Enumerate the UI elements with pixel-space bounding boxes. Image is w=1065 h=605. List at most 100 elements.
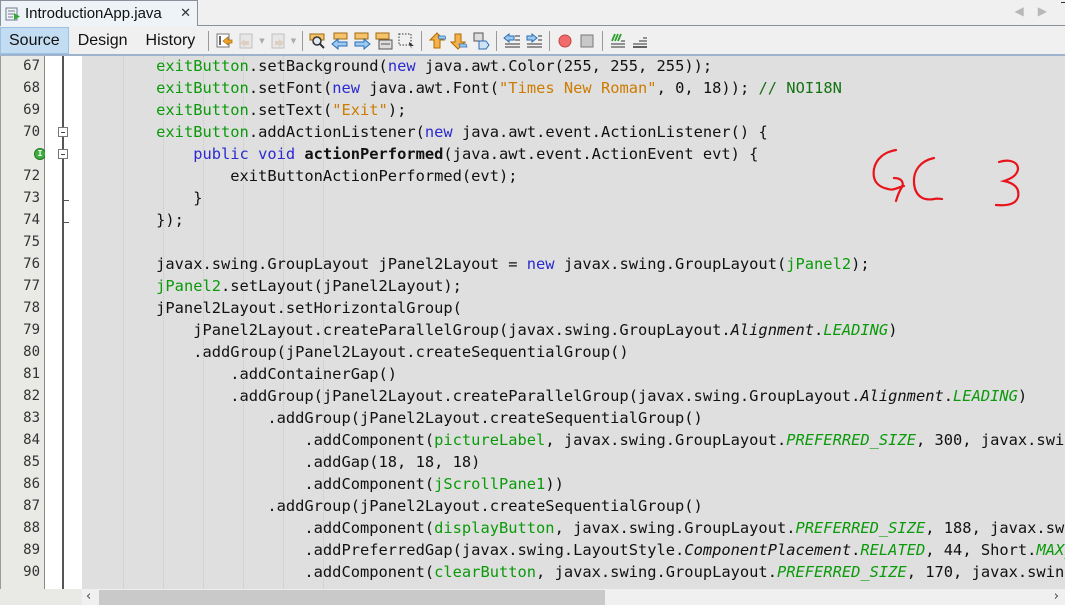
toggle-bookmark-icon (473, 32, 490, 49)
toolbar-separator (208, 30, 210, 51)
code-line: exitButton.setBackground(new java.awt.Co… (82, 56, 712, 77)
previous-bookmark-icon (428, 31, 447, 48)
constant-token: PREFERRED_SIZE (776, 563, 907, 581)
keyword-token: public void (193, 145, 305, 163)
forward-dropdown-icon[interactable]: ▼ (291, 37, 296, 45)
code-token: .addComponent( (82, 519, 435, 537)
tab-title: IntroductionApp.java (25, 5, 162, 22)
code-token: } (82, 189, 203, 207)
code-token: .setLayout(jPanel2Layout); (221, 277, 462, 295)
editor-tab-bar: IntroductionApp.java ✕ ◀ ▶ (0, 0, 1065, 26)
start-macro-recording-button[interactable] (554, 30, 576, 52)
line-number: 68 (23, 80, 40, 96)
code-line: .addComponent(displayButton, javax.swing… (82, 517, 1065, 539)
stop-macro-recording-button[interactable] (576, 30, 598, 52)
code-line: exitButtonActionPerformed(evt); (82, 165, 518, 187)
constant-token: PREFERRED_SIZE (795, 519, 926, 537)
line-number: 77 (23, 278, 40, 294)
horizontal-scrollbar[interactable]: ‹ › (0, 589, 1065, 605)
code-area[interactable]: exitButton .setBackground( new java.awt.Co… (82, 56, 1065, 589)
scroll-right-icon[interactable]: › (1054, 589, 1059, 605)
field-token: clearButton (434, 563, 537, 581)
line-number: 80 (23, 344, 40, 360)
start-macro-icon (558, 34, 572, 47)
comment-token: // NOI18N (758, 79, 842, 97)
line-number: 79 (23, 322, 40, 338)
toggle-bookmark-button[interactable] (470, 30, 492, 52)
keyword-token: new (332, 79, 361, 97)
netbeans-editor-window: IntroductionApp.java ✕ ◀ ▶ Source Design… (0, 0, 1065, 605)
method-name-token: actionPerformed (304, 145, 444, 163)
tab-design[interactable]: Design (69, 27, 137, 54)
code-token: .addGroup(jPanel2Layout.createSequential… (82, 497, 703, 515)
code-line: jPanel2.setLayout(jPanel2Layout); (82, 275, 462, 297)
scroll-tabs-left-icon[interactable]: ◀ (1015, 4, 1024, 18)
type-token: Alignment (730, 321, 815, 339)
shift-right-icon (526, 32, 543, 47)
back-dropdown-icon[interactable]: ▼ (259, 37, 264, 45)
tab-source[interactable]: Source (0, 27, 69, 54)
code-token: .addGroup(jPanel2Layout.createParallelGr… (82, 387, 861, 405)
find-previous-button[interactable] (329, 30, 351, 52)
java-form-file-icon (5, 7, 20, 20)
find-next-button[interactable] (351, 30, 373, 52)
scrollbar-thumb[interactable] (99, 590, 605, 605)
field-token: jPanel2 (156, 277, 222, 295)
field-token: pictureLabel (434, 431, 546, 449)
find-next-icon (354, 32, 371, 50)
shift-line-right-button[interactable] (523, 30, 545, 52)
line-number: 86 (23, 476, 40, 492)
code-token: }); (82, 211, 184, 229)
code-line: .addGroup(jPanel2Layout.createSequential… (82, 341, 629, 363)
code-token: ) (888, 321, 898, 339)
line-number: 89 (23, 542, 40, 558)
code-token: . (851, 541, 861, 559)
code-token: exitButtonActionPerformed(evt); (82, 167, 518, 185)
code-token: .addPreferredGap(javax.swing.LayoutStyle… (82, 541, 685, 559)
code-token: , javax.swing.GroupLayout. (536, 563, 777, 581)
last-edit-button[interactable] (213, 30, 235, 52)
code-token: .addGroup(jPanel2Layout.createSequential… (82, 343, 629, 361)
scroll-tabs-right-icon[interactable]: ▶ (1038, 4, 1047, 18)
line-number-gutter[interactable]: 67 68 69 70 72 73 74 75 76 77 78 79 80 81 82 83 84 85 86 87… (0, 56, 46, 589)
forward-icon (271, 33, 285, 48)
comment-button[interactable] (607, 30, 629, 52)
field-token: jScrollPane1 (434, 475, 546, 493)
tab-introductionapp-java[interactable]: IntroductionApp.java ✕ (0, 0, 198, 26)
collapse-fold-icon[interactable] (58, 127, 68, 137)
find-selection-button[interactable] (307, 30, 329, 52)
code-line: .addComponent(pictureLabel, javax.swing.… (82, 429, 1065, 451)
tab-list-menu-icon[interactable] (1061, 2, 1065, 5)
line-number: 74 (23, 212, 40, 228)
code-token: java.awt.Font( (360, 79, 500, 97)
code-line: }); (82, 209, 184, 231)
shift-line-left-button[interactable] (501, 30, 523, 52)
code-token: , 188, javax.swing.GroupLayout. (925, 519, 1065, 537)
line-number: 73 (23, 190, 40, 206)
line-number: 82 (23, 388, 40, 404)
code-editor[interactable]: 67 68 69 70 72 73 74 75 76 77 78 79 80 81 82 83 84 85 86 87… (0, 56, 1065, 589)
tab-history[interactable]: History (137, 27, 205, 54)
code-line: .addComponent(clearButton, javax.swing.G… (82, 561, 1065, 583)
back-button[interactable] (235, 30, 257, 52)
stop-macro-icon (580, 34, 594, 47)
code-folding-gutter[interactable] (45, 56, 82, 589)
rectangular-selection-button[interactable] (395, 30, 417, 52)
toggle-highlight-button[interactable] (373, 30, 395, 52)
code-token: java.awt.Color(255, 255, 255)); (415, 57, 713, 75)
uncomment-button[interactable] (629, 30, 651, 52)
previous-bookmark-button[interactable] (426, 30, 448, 52)
scroll-left-icon[interactable]: ‹ (86, 589, 91, 605)
code-token: ); (851, 255, 870, 273)
field-token: exitButton (156, 123, 249, 141)
forward-button[interactable] (267, 30, 289, 52)
collapse-fold-icon[interactable] (58, 149, 68, 159)
handwritten-annotation-gc3: GC 3 (872, 148, 1020, 207)
code-token: .setBackground( (248, 57, 388, 75)
field-token: exitButton (156, 79, 249, 97)
close-icon[interactable]: ✕ (180, 6, 191, 21)
next-bookmark-button[interactable] (448, 30, 470, 52)
